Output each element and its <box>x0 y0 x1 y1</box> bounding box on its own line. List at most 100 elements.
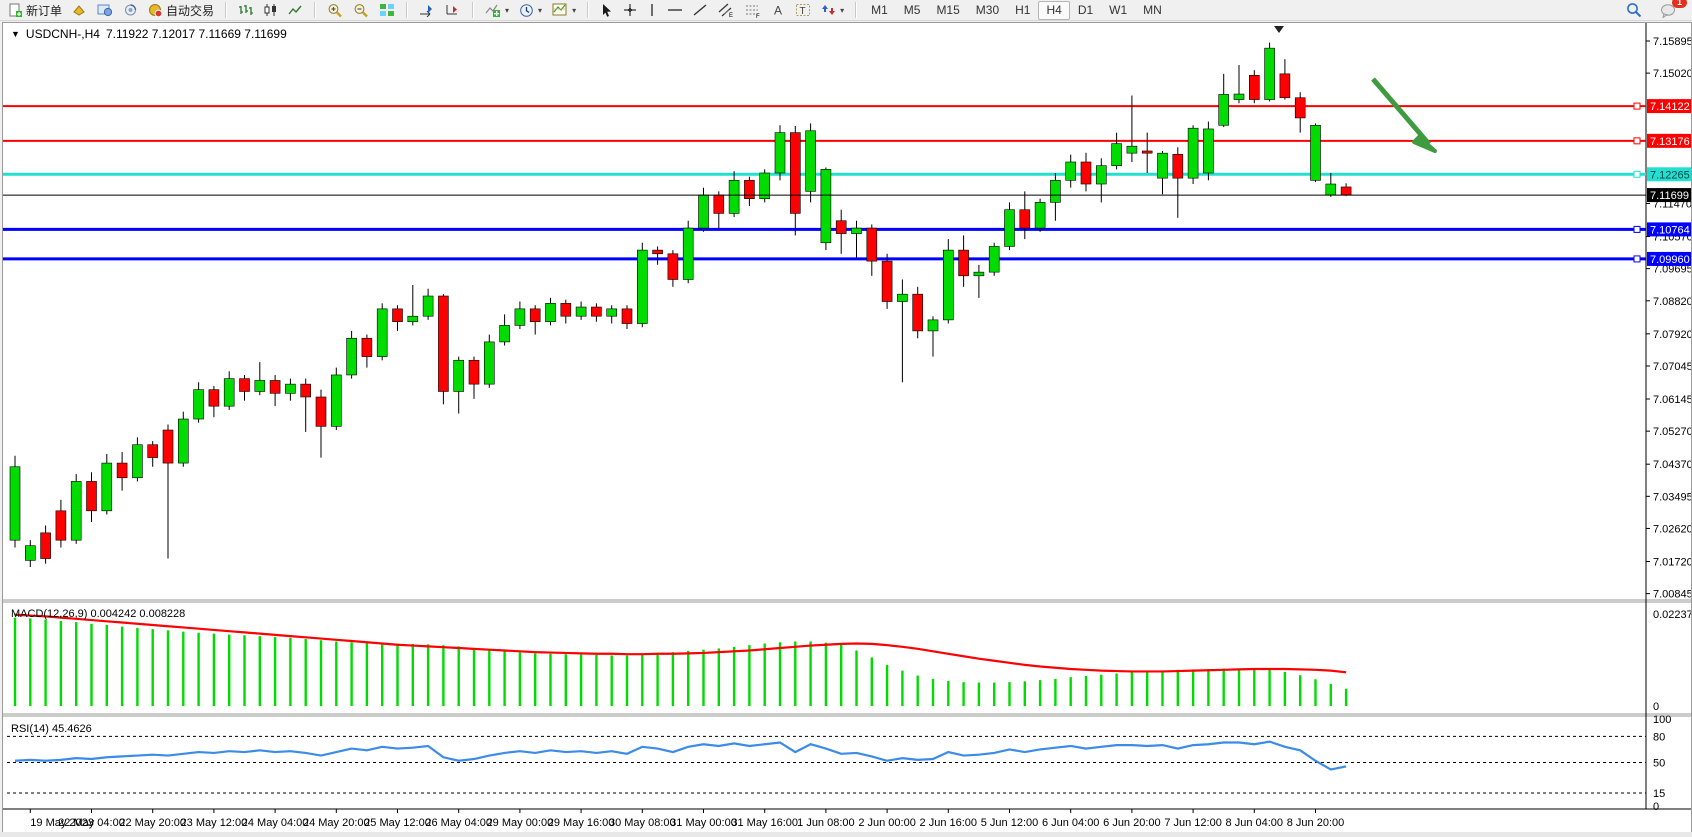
level-handle <box>1634 171 1640 177</box>
indicators-button[interactable]: ▾ <box>480 0 514 20</box>
svg-text:7.14122: 7.14122 <box>1650 101 1690 113</box>
cursor-icon <box>600 3 613 17</box>
timeframe-button-h1[interactable]: H1 <box>1007 1 1038 20</box>
svg-text:24 May 20:00: 24 May 20:00 <box>303 817 370 829</box>
vertical-line-button[interactable] <box>642 0 662 20</box>
price-label: 7.10764 <box>1647 222 1691 236</box>
notifications-button[interactable]: 1 <box>1655 0 1682 20</box>
svg-text:31 May 16:00: 31 May 16:00 <box>731 817 798 829</box>
data-window-icon <box>97 3 113 17</box>
trendline-button[interactable] <box>688 0 713 20</box>
svg-text:31 May 00:00: 31 May 00:00 <box>670 817 737 829</box>
search-button[interactable] <box>1621 0 1647 20</box>
svg-text:80: 80 <box>1653 731 1665 743</box>
search-icon <box>1626 2 1642 18</box>
svg-text:0: 0 <box>1653 801 1659 813</box>
toolbar-separator <box>314 2 316 18</box>
text-button[interactable]: A <box>767 0 790 20</box>
svg-text:7.01720: 7.01720 <box>1653 556 1691 568</box>
svg-text:29 May 00:00: 29 May 00:00 <box>487 817 554 829</box>
toolbar-right-icons: 1 <box>1621 0 1692 20</box>
templates-button[interactable]: ▾ <box>547 0 581 20</box>
template-icon <box>552 3 568 17</box>
timeframe-button-d1[interactable]: D1 <box>1070 1 1101 20</box>
chart-shift-icon <box>445 3 461 17</box>
svg-text:7.13176: 7.13176 <box>1650 136 1690 148</box>
line-chart-button[interactable] <box>283 0 308 20</box>
svg-text:30 May 08:00: 30 May 08:00 <box>609 817 676 829</box>
timeframe-button-mn[interactable]: MN <box>1135 1 1170 20</box>
navigator-button[interactable] <box>118 0 143 20</box>
zoom-out-button[interactable] <box>348 0 374 20</box>
svg-text:7.02620: 7.02620 <box>1653 523 1691 535</box>
price-label: 7.14122 <box>1647 99 1691 113</box>
timeframe-button-h4[interactable]: H4 <box>1038 1 1069 20</box>
macd-label: MACD(12,26,9) 0.004242 0.008228 <box>11 608 185 620</box>
chart-shift-button[interactable] <box>440 0 466 20</box>
svg-text:5 Jun 12:00: 5 Jun 12:00 <box>981 817 1039 829</box>
price-label: 7.13176 <box>1647 134 1691 148</box>
timeframe-group: M1M5M15M30H1H4D1W1MN <box>860 0 1173 20</box>
tile-windows-button[interactable] <box>374 0 400 20</box>
zoom-in-icon <box>327 3 343 18</box>
text-icon: A <box>772 3 785 17</box>
cursor-button[interactable] <box>595 0 618 20</box>
periods-button[interactable]: ▾ <box>514 0 547 20</box>
chart-plot-area[interactable]: 7.158957.150207.114707.105707.096957.088… <box>3 23 1691 833</box>
fibonacci-button[interactable]: F <box>740 0 767 20</box>
order-group: 新订单 <box>0 0 222 20</box>
trendline-icon <box>693 3 708 17</box>
price-label: 7.11699 <box>1647 188 1691 202</box>
toolbar-separator <box>406 2 408 18</box>
svg-text:6 Jun 04:00: 6 Jun 04:00 <box>1042 817 1100 829</box>
new-order-button[interactable]: 新订单 <box>3 0 67 20</box>
svg-text:15: 15 <box>1653 788 1665 800</box>
objects-group: E F A T <box>592 0 852 20</box>
scroll-group <box>411 0 469 20</box>
timeframe-button-m5[interactable]: M5 <box>896 1 929 20</box>
svg-text:7.12265: 7.12265 <box>1650 169 1690 181</box>
navigator-icon <box>123 3 138 17</box>
collapse-icon[interactable]: ▼ <box>11 29 20 39</box>
svg-text:7.11699: 7.11699 <box>1650 190 1689 202</box>
dropdown-arrow-icon: ▾ <box>572 6 576 15</box>
svg-text:7.07920: 7.07920 <box>1653 329 1691 341</box>
indicators-icon <box>485 3 501 17</box>
timeframe-button-m1[interactable]: M1 <box>863 1 896 20</box>
timeframe-button-m30[interactable]: M30 <box>968 1 1007 20</box>
text-label-button[interactable]: T <box>790 0 816 20</box>
svg-text:7.15895: 7.15895 <box>1653 36 1691 48</box>
svg-text:T: T <box>800 6 806 17</box>
bar-chart-button[interactable] <box>233 0 258 20</box>
zoom-in-button[interactable] <box>322 0 348 20</box>
auto-scroll-button[interactable] <box>414 0 440 20</box>
svg-text:6 Jun 20:00: 6 Jun 20:00 <box>1103 817 1161 829</box>
chart-type-group <box>230 0 311 20</box>
svg-text:7.06145: 7.06145 <box>1653 394 1691 406</box>
dropdown-arrow-icon: ▾ <box>840 6 844 15</box>
autotrading-icon <box>148 3 163 18</box>
rsi-label: RSI(14) 45.4626 <box>11 723 92 735</box>
svg-text:23 May 12:00: 23 May 12:00 <box>181 817 248 829</box>
autotrading-button[interactable]: 自动交易 <box>143 0 219 20</box>
toolbar-separator <box>472 2 474 18</box>
chart-ohlc-values: 7.11922 7.12017 7.11669 7.11699 <box>106 27 287 41</box>
profiles-button[interactable] <box>67 0 92 20</box>
timeframe-button-m15[interactable]: M15 <box>928 1 967 20</box>
data-window-button[interactable] <box>92 0 118 20</box>
svg-text:1 Jun 08:00: 1 Jun 08:00 <box>797 817 855 829</box>
svg-text:7.15020: 7.15020 <box>1653 68 1691 80</box>
chart-window[interactable]: ▼ USDCNH-,H4 7.11922 7.12017 7.11669 7.1… <box>2 22 1692 834</box>
timeframe-button-w1[interactable]: W1 <box>1101 1 1135 20</box>
crosshair-button[interactable] <box>618 0 642 20</box>
svg-text:A: A <box>774 4 782 18</box>
candlestick-chart-icon <box>263 3 278 17</box>
level-handle <box>1634 138 1640 144</box>
horizontal-line-button[interactable] <box>662 0 688 20</box>
svg-text:22 May 04:00: 22 May 04:00 <box>58 817 125 829</box>
equidistant-channel-button[interactable]: E <box>713 0 740 20</box>
svg-text:24 May 04:00: 24 May 04:00 <box>242 817 309 829</box>
fibonacci-icon: F <box>745 3 762 18</box>
arrows-button[interactable]: ▾ <box>816 0 849 20</box>
candlestick-chart-button[interactable] <box>258 0 283 20</box>
